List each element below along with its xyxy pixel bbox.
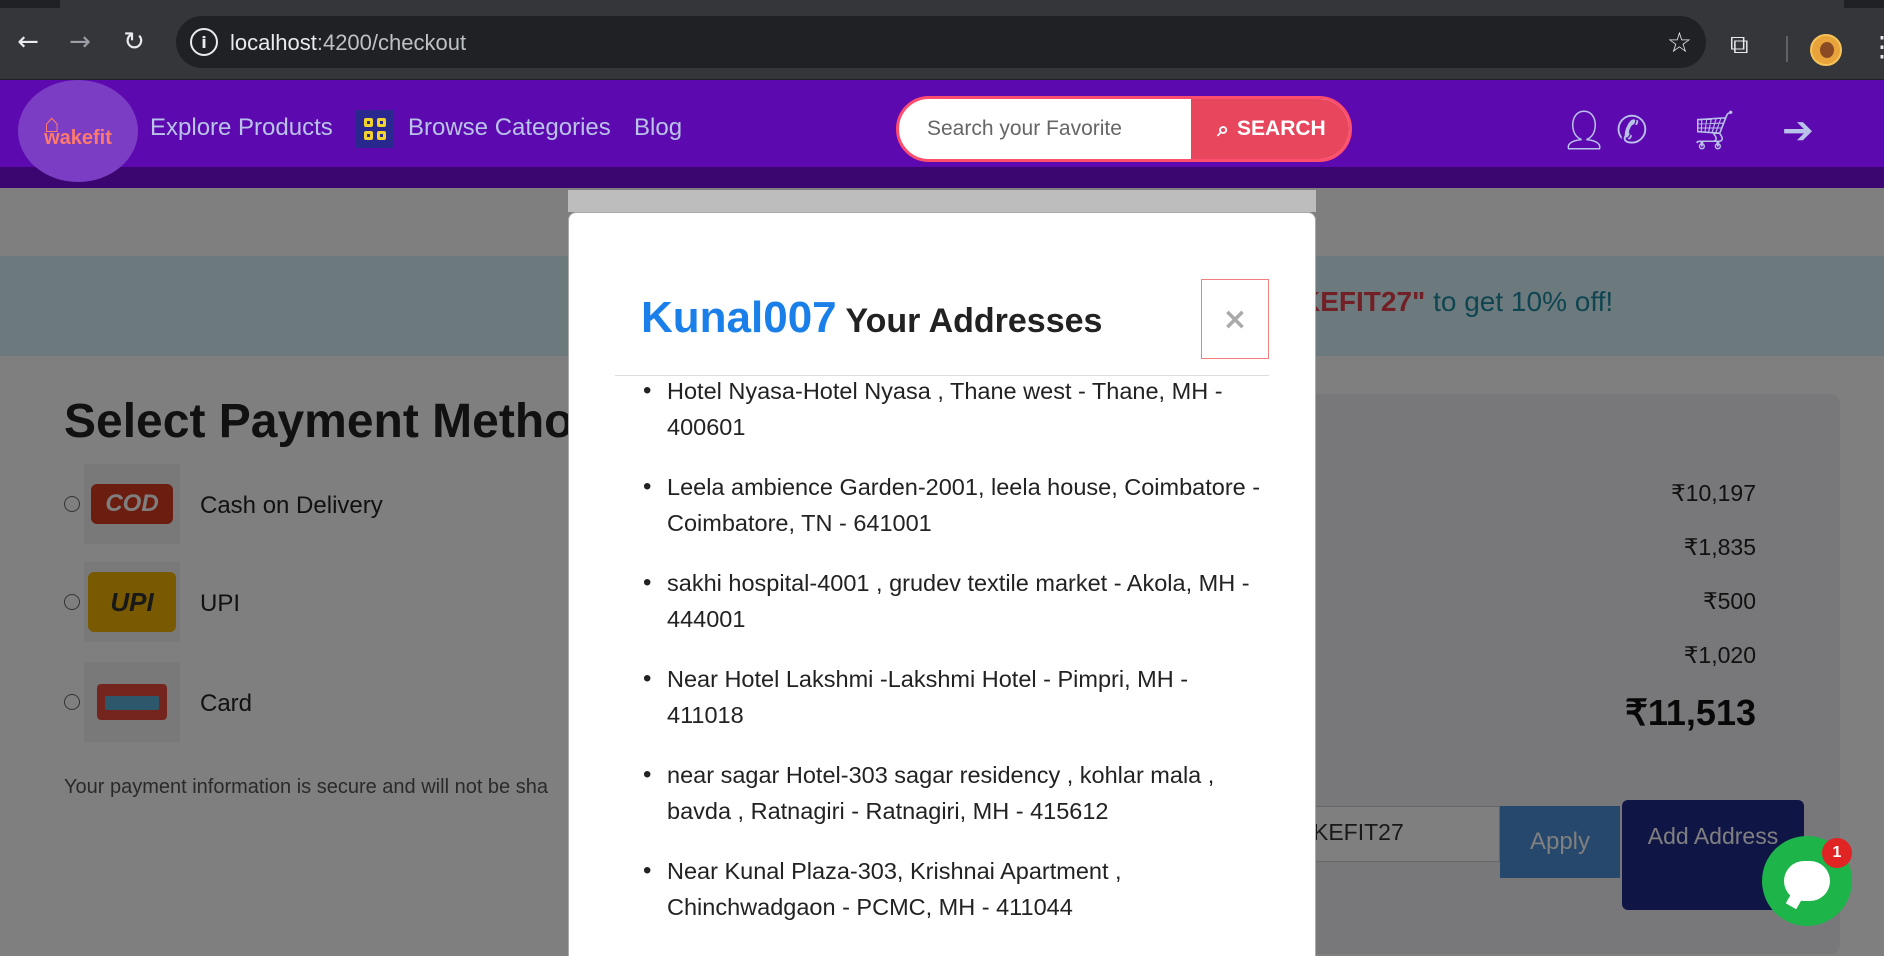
browser-tabstrip — [0, 0, 1884, 8]
address-item[interactable]: Leela ambience Garden-2001, leela house,… — [641, 469, 1261, 541]
address-item[interactable]: near sagar Hotel-303 sagar residency , k… — [641, 757, 1261, 829]
address-item[interactable]: Hotel Nyasa-Hotel Nyasa , Thane west - T… — [641, 373, 1261, 445]
modal-top-strip — [568, 190, 1316, 212]
chat-bubble-icon — [1784, 861, 1830, 901]
search-bar: ⌕ SEARCH — [896, 96, 1352, 162]
site-logo[interactable]: ⌂ wakefit — [18, 80, 138, 182]
browser-menu-icon[interactable]: ⋮ — [1868, 30, 1884, 63]
modal-title: Kunal007 Your Addresses — [641, 293, 1102, 343]
address-item[interactable]: Near Kunal Plaza-303, Krishnai Apartment… — [641, 853, 1261, 925]
search-button-label: SEARCH — [1237, 117, 1326, 140]
nav-explore-products[interactable]: Explore Products — [150, 114, 333, 142]
categories-grid-icon[interactable] — [356, 110, 394, 148]
navbar-underbar — [0, 167, 1884, 188]
modal-title-text: Your Addresses — [836, 302, 1103, 340]
cart-icon[interactable]: 🛒︎ — [1690, 108, 1738, 153]
addresses-modal: Kunal007 Your Addresses × Hotel Nyasa-Ho… — [568, 212, 1316, 956]
forward-icon[interactable]: → — [60, 22, 100, 62]
browser-toolbar: ← → ↻ i localhost:4200/checkout ☆ ⧉ ⋮ — [0, 8, 1884, 80]
bookmark-star-icon[interactable]: ☆ — [1667, 26, 1692, 59]
search-input[interactable] — [899, 99, 1191, 159]
nav-browse-categories[interactable]: Browse Categories — [408, 114, 611, 142]
address-item[interactable]: sakhi hospital-4001 , grudev textile mar… — [641, 565, 1261, 637]
search-button[interactable]: ⌕ SEARCH — [1191, 99, 1349, 159]
nav-blog[interactable]: Blog — [634, 114, 682, 142]
address-bar[interactable]: i localhost:4200/checkout ☆ — [176, 16, 1706, 68]
house-icon: ⌂ — [44, 108, 60, 138]
phone-icon[interactable]: ✆ — [1616, 108, 1648, 152]
address-item[interactable]: Near Hotel Lakshmi -Lakshmi Hotel - Pimp… — [641, 661, 1261, 733]
close-button[interactable]: × — [1201, 279, 1269, 359]
toolbar-divider — [1786, 36, 1788, 62]
site-info-icon[interactable]: i — [190, 28, 218, 56]
address-list: Hotel Nyasa-Hotel Nyasa , Thane west - T… — [641, 373, 1261, 949]
extensions-icon[interactable]: ⧉ — [1730, 30, 1749, 61]
active-tab[interactable] — [60, 0, 1844, 8]
profile-avatar[interactable] — [1810, 34, 1842, 66]
search-icon: ⌕ — [1217, 116, 1230, 141]
close-icon: × — [1222, 301, 1248, 337]
site-navbar: ⌂ wakefit Explore Products Browse Catego… — [0, 80, 1884, 188]
user-icon[interactable]: 👤︎ — [1560, 108, 1608, 153]
chat-notification-badge: 1 — [1822, 838, 1852, 868]
back-icon[interactable]: ← — [8, 22, 48, 62]
reload-icon[interactable]: ↻ — [114, 22, 154, 62]
sign-in-icon[interactable]: ➔ — [1782, 108, 1814, 152]
url-text: localhost:4200/checkout — [230, 30, 467, 55]
modal-username: Kunal007 — [641, 293, 837, 342]
